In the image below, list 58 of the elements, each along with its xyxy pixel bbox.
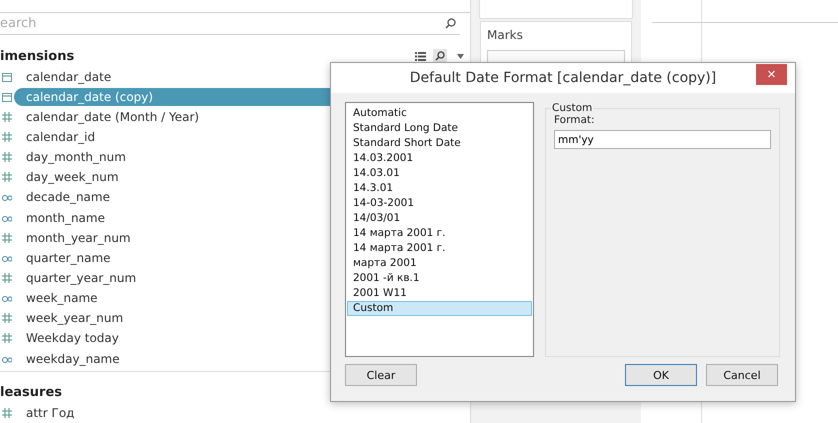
format-option[interactable]: Custom (347, 301, 532, 316)
format-option[interactable]: марта 2001 (347, 256, 532, 271)
search-icon[interactable] (433, 49, 447, 64)
field-item[interactable]: quarter_year_num (20, 269, 142, 288)
format-option[interactable]: 14 марта 2001 г. (347, 241, 532, 256)
dialog-button[interactable]: Cancel (706, 364, 778, 386)
field-item[interactable]: calendar_date (20, 68, 118, 86)
field-item[interactable]: quarter_name (20, 248, 117, 267)
string-type-icon (2, 192, 12, 202)
field-item[interactable]: calendar_id (20, 128, 102, 146)
dialog-title: Default Date Format [calendar_date (copy)] (410, 70, 716, 86)
format-option[interactable]: 14-03-2001 (347, 196, 532, 211)
section-header: leasures (0, 384, 64, 400)
field-item[interactable]: calendar_date (Month / Year) (20, 108, 206, 126)
calendar-icon (2, 92, 12, 102)
caret-icon[interactable] (457, 54, 464, 59)
format-input[interactable]: mm'yy (554, 130, 771, 149)
format-option[interactable]: 2001 -й кв.1 (347, 271, 532, 286)
field-item[interactable]: month_year_num (20, 228, 137, 247)
number-icon (2, 313, 12, 324)
number-icon (2, 232, 12, 243)
group-legend: Custom (551, 102, 594, 114)
format-option[interactable]: Standard Short Date (347, 136, 532, 151)
card-title: Marks (487, 28, 524, 42)
field-item[interactable]: decade_name (20, 188, 116, 206)
dialog-button[interactable]: Clear (345, 364, 417, 386)
field-item[interactable]: day_month_num (20, 148, 132, 166)
calendar-icon (2, 72, 12, 82)
format-option[interactable]: 14/03/01 (347, 211, 532, 226)
field-item[interactable]: week_name (20, 289, 104, 308)
number-icon (2, 333, 12, 344)
list-view-icon[interactable] (415, 52, 426, 61)
field-item[interactable]: weekday_name (20, 350, 126, 368)
format-option[interactable]: 14.3.01 (347, 181, 532, 196)
field-item[interactable]: Weekday today (20, 329, 125, 348)
format-option[interactable]: Automatic (347, 106, 532, 121)
format-option[interactable]: Standard Long Date (347, 121, 532, 136)
format-option[interactable]: 14 марта 2001 г. (347, 226, 532, 241)
close-button[interactable]: × (756, 64, 787, 85)
string-type-icon (2, 293, 12, 304)
format-option[interactable]: 14.03.01 (347, 166, 532, 181)
field-item[interactable]: day_week_num (20, 168, 125, 186)
format-option[interactable]: 2001 W11 (347, 286, 532, 301)
search-icon[interactable] (445, 18, 456, 30)
number-icon (2, 152, 12, 162)
format-option[interactable]: 14.03.2001 (347, 151, 532, 166)
field-item[interactable]: attr Год (20, 404, 80, 422)
format-label: Format: (554, 114, 596, 126)
number-icon (2, 112, 12, 122)
section-header: imensions (0, 48, 76, 64)
search-field[interactable]: earch (0, 13, 460, 36)
number-icon (2, 132, 12, 142)
number-icon (2, 273, 12, 284)
number-icon (2, 408, 12, 418)
field-item[interactable]: week_year_num (20, 309, 130, 328)
field-item[interactable]: month_name (20, 208, 111, 227)
dialog-button[interactable]: OK (625, 364, 697, 386)
number-icon (2, 172, 12, 182)
